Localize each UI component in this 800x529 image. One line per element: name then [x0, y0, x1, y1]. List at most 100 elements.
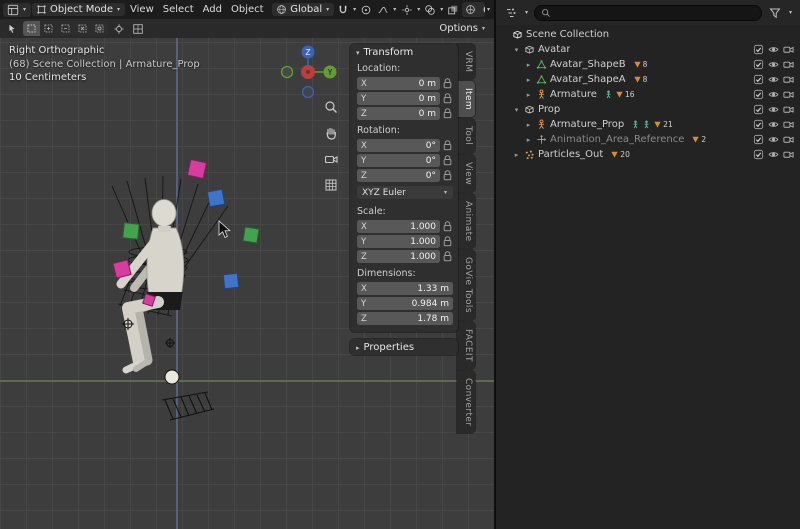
ortho-toggle-button[interactable] — [322, 176, 340, 193]
dimensions-x-field[interactable]: X1.33 m — [357, 282, 453, 295]
checkbox-icon[interactable] — [753, 74, 764, 85]
sidebar-tab-animate[interactable]: Animate — [457, 194, 475, 249]
row-restriction-toggles[interactable] — [753, 149, 794, 160]
eye-icon[interactable] — [768, 44, 779, 55]
rotation-z-field[interactable]: Z0° — [357, 169, 440, 182]
overlays-dropdown[interactable]: ▾ — [439, 7, 444, 13]
camera-visibility-icon[interactable] — [783, 149, 794, 160]
select-mode-set-button[interactable] — [23, 21, 40, 36]
orientation-dropdown[interactable]: Global ▾ — [272, 3, 334, 16]
lock-icon[interactable] — [443, 170, 453, 181]
zoom-button[interactable] — [322, 98, 340, 115]
disclosure-triangle[interactable]: ▸ — [524, 91, 533, 99]
eye-icon[interactable] — [768, 89, 779, 100]
lock-icon[interactable] — [443, 93, 453, 104]
falloff-dropdown[interactable]: ▾ — [392, 7, 397, 13]
eye-icon[interactable] — [768, 149, 779, 160]
rotation-x-field[interactable]: X0° — [357, 139, 440, 152]
outliner-row[interactable]: ▾Avatar — [496, 42, 800, 57]
proportional-falloff-button[interactable] — [375, 3, 391, 17]
checkbox-icon[interactable] — [753, 44, 764, 55]
row-restriction-toggles[interactable] — [753, 119, 794, 130]
camera-visibility-icon[interactable] — [783, 104, 794, 115]
search-input[interactable] — [555, 8, 755, 18]
select-mode-invert-button[interactable] — [74, 21, 91, 36]
checkbox-icon[interactable] — [753, 89, 764, 100]
shading-wireframe-button[interactable] — [462, 2, 479, 17]
outliner-row[interactable]: Scene Collection — [496, 27, 800, 42]
overlays-toggle[interactable] — [422, 3, 438, 17]
sidebar-tab-view[interactable]: View — [457, 155, 475, 192]
select-mode-subtract-button[interactable] — [57, 21, 74, 36]
disclosure-triangle[interactable]: ▸ — [524, 61, 533, 69]
editor-type-button[interactable]: ▾ — [3, 3, 31, 17]
tool-option-button-1[interactable] — [111, 22, 127, 36]
gizmos-toggle[interactable] — [399, 3, 415, 17]
outliner-row[interactable]: ▸Avatar_ShapeA8 — [496, 72, 800, 87]
row-restriction-toggles[interactable] — [753, 44, 794, 55]
outliner-row[interactable]: ▸Avatar_ShapeB8 — [496, 57, 800, 72]
checkbox-icon[interactable] — [753, 134, 764, 145]
menu-object[interactable]: Object — [227, 2, 268, 17]
rotation-mode-dropdown[interactable]: XYZ Euler ▾ — [357, 186, 453, 199]
gizmo-z-negative-axis[interactable] — [303, 87, 314, 98]
outliner-editor-type-button[interactable] — [503, 6, 519, 20]
outliner-row[interactable]: ▸Particles_Out20 — [496, 147, 800, 162]
camera-visibility-icon[interactable] — [783, 44, 794, 55]
disclosure-triangle[interactable]: ▸ — [524, 76, 533, 84]
checkbox-icon[interactable] — [753, 149, 764, 160]
select-mode-extend-button[interactable] — [40, 21, 57, 36]
viewport-canvas[interactable]: Right Orthographic (68) Scene Collection… — [0, 38, 494, 529]
location-y-field[interactable]: Y0 m — [357, 92, 440, 105]
menu-view[interactable]: View — [126, 2, 158, 17]
tool-option-button-2[interactable] — [130, 22, 146, 36]
sidebar-tab-vrm[interactable]: VRM — [457, 44, 475, 79]
eye-icon[interactable] — [768, 134, 779, 145]
scale-x-field[interactable]: X1.000 — [357, 220, 440, 233]
disclosure-triangle[interactable]: ▾ — [512, 106, 521, 114]
eye-icon[interactable] — [768, 59, 779, 70]
dimensions-z-field[interactable]: Z1.78 m — [357, 312, 453, 325]
sidebar-tab-item[interactable]: Item — [457, 81, 475, 117]
filter-button[interactable] — [767, 6, 783, 20]
rotation-y-field[interactable]: Y0° — [357, 154, 440, 167]
checkbox-icon[interactable] — [753, 59, 764, 70]
lock-icon[interactable] — [443, 221, 453, 232]
camera-visibility-icon[interactable] — [783, 134, 794, 145]
select-mode-intersect-button[interactable] — [91, 21, 108, 36]
shading-dropdown[interactable]: ▾ — [486, 7, 491, 13]
options-dropdown[interactable]: Options ▾ — [435, 22, 490, 35]
outliner-row[interactable]: ▾Prop — [496, 102, 800, 117]
disclosure-triangle[interactable]: ▾ — [512, 46, 521, 54]
lock-icon[interactable] — [443, 108, 453, 119]
lock-icon[interactable] — [443, 78, 453, 89]
proportional-editing-toggle[interactable] — [358, 3, 374, 17]
gizmos-dropdown[interactable]: ▾ — [416, 7, 421, 13]
lock-icon[interactable] — [443, 155, 453, 166]
mode-dropdown[interactable]: Object Mode ▾ — [32, 3, 125, 16]
outliner-row[interactable]: ▸Animation_Area_Reference2 — [496, 132, 800, 147]
camera-visibility-icon[interactable] — [783, 74, 794, 85]
filter-dropdown[interactable]: ▾ — [788, 10, 793, 16]
sidebar-tab-govie-tools[interactable]: GoVie Tools — [457, 250, 475, 320]
lock-icon[interactable] — [443, 236, 453, 247]
eye-icon[interactable] — [768, 74, 779, 85]
row-restriction-toggles[interactable] — [753, 134, 794, 145]
row-restriction-toggles[interactable] — [753, 74, 794, 85]
checkbox-icon[interactable] — [753, 119, 764, 130]
sidebar-tab-converter[interactable]: Converter — [457, 371, 475, 433]
row-restriction-toggles[interactable] — [753, 59, 794, 70]
xray-toggle[interactable] — [445, 3, 461, 17]
shading-solid-button[interactable] — [479, 2, 485, 17]
row-restriction-toggles[interactable] — [753, 89, 794, 100]
active-tool-button[interactable] — [4, 22, 20, 36]
eye-icon[interactable] — [768, 104, 779, 115]
location-z-field[interactable]: Z0 m — [357, 107, 440, 120]
snap-dropdown[interactable]: ▾ — [352, 7, 357, 13]
sidebar-tab-faceit[interactable]: FACEIT — [457, 322, 475, 369]
outliner-search-field[interactable] — [534, 5, 762, 21]
row-restriction-toggles[interactable] — [753, 104, 794, 115]
checkbox-icon[interactable] — [753, 104, 764, 115]
disclosure-triangle[interactable]: ▸ — [524, 121, 533, 129]
camera-visibility-icon[interactable] — [783, 59, 794, 70]
